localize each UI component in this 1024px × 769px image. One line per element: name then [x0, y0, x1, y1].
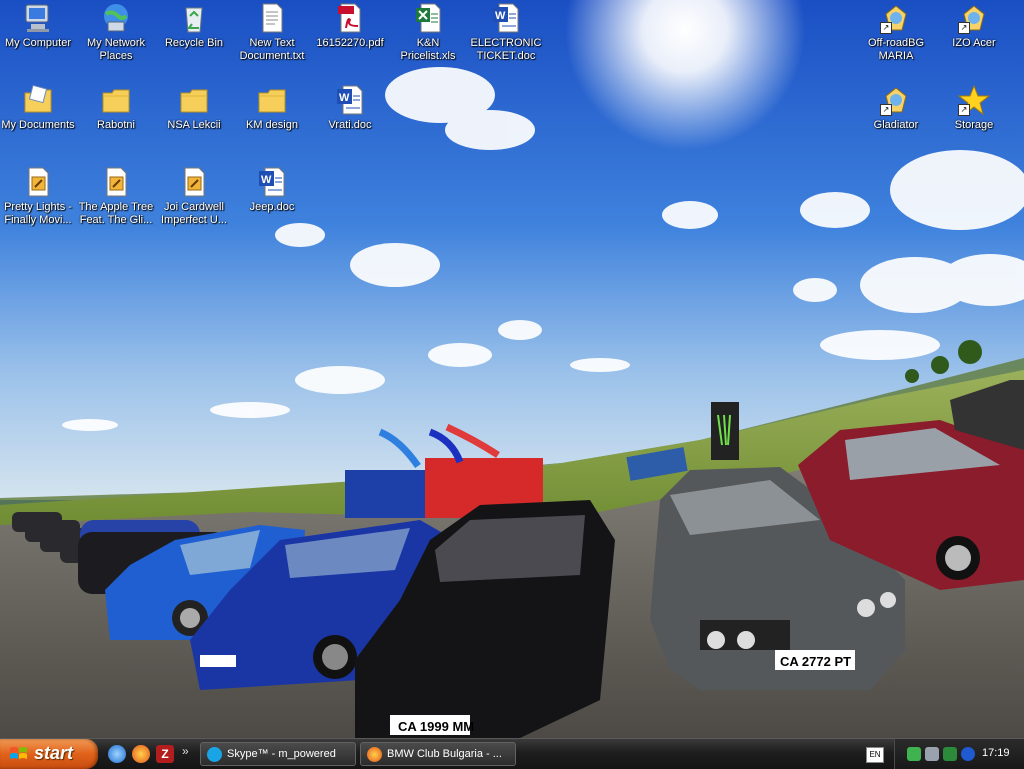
desktop-icon-label: ELECTRONIC TICKET.doc — [470, 37, 542, 62]
security-shield-icon[interactable] — [907, 747, 921, 761]
desktop-icon-label: Gladiator — [873, 119, 919, 131]
desktop-icon-electronic-ticket[interactable]: W ELECTRONIC TICKET.doc — [466, 2, 546, 63]
firefox-icon[interactable] — [132, 745, 150, 763]
filezilla-icon[interactable]: Z — [156, 745, 174, 763]
bluetooth-icon[interactable] — [961, 747, 975, 761]
desktop-icon-pdf[interactable]: 16152270.pdf — [310, 2, 390, 50]
my-computer-icon — [22, 2, 54, 34]
word-document-icon: W — [490, 2, 522, 34]
desktop-icon-label: Jeep.doc — [249, 201, 295, 213]
start-label: start — [34, 743, 74, 763]
word-document-icon: W — [334, 84, 366, 116]
desktop-icon-nsa-lekcii[interactable]: NSA Lekcii — [154, 84, 234, 132]
desktop-icon-my-computer[interactable]: My Computer — [0, 2, 78, 50]
network-places-icon — [100, 2, 132, 34]
pdf-icon — [334, 2, 366, 34]
shortcut-arrow-icon: ↗ — [880, 22, 892, 34]
desktop-icon-gladiator[interactable]: ↗ Gladiator — [856, 84, 936, 132]
desktop-icon-excel[interactable]: K&N Pricelist.xls — [388, 2, 468, 63]
ie-icon[interactable] — [108, 745, 126, 763]
svg-text:CA 2772 PT: CA 2772 PT — [780, 654, 851, 669]
desktop-icon-label: My Network Places — [86, 37, 146, 62]
desktop-icon-rabotni[interactable]: Rabotni — [76, 84, 156, 132]
desktop-icon-apple-tree[interactable]: The Apple Tree Feat. The Gli... — [76, 166, 156, 227]
shortcut-arrow-icon: ↗ — [880, 104, 892, 116]
skype-icon — [207, 747, 222, 762]
desktop-icon-label: Rabotni — [97, 119, 135, 131]
desktop-icon-label: Off-roadBG MARIA — [867, 37, 925, 62]
desktop-icon-label: My Documents — [1, 119, 75, 131]
desktop-icon-joi-cardwell[interactable]: Joi Cardwell Imperfect U... — [154, 166, 234, 227]
media-file-icon — [22, 166, 54, 198]
desktop-icon-label: New Text Document.txt — [239, 37, 305, 62]
start-button[interactable]: start — [0, 739, 98, 769]
text-document-icon — [256, 2, 288, 34]
desktop-icon-new-text-document[interactable]: New Text Document.txt — [232, 2, 312, 63]
desktop-icon-recycle-bin[interactable]: Recycle Bin — [154, 2, 234, 50]
svg-text:W: W — [339, 92, 350, 104]
folder-icon — [100, 84, 132, 116]
media-file-icon — [178, 166, 210, 198]
network-icon[interactable] — [925, 747, 939, 761]
shortcut-arrow-icon: ↗ — [958, 104, 970, 116]
desktop-icon-izo-acer[interactable]: ↗ IZO Acer — [934, 2, 1014, 50]
desktop-icon-network-places[interactable]: My Network Places — [76, 2, 156, 63]
shortcut-icon: ↗ — [958, 2, 990, 34]
desktop-icon-label: The Apple Tree Feat. The Gli... — [78, 201, 154, 226]
media-file-icon — [100, 166, 132, 198]
excel-icon — [412, 2, 444, 34]
desktop-icon-label: Storage — [954, 119, 994, 131]
desktop-icon-vrati-doc[interactable]: W Vrati.doc — [310, 84, 390, 132]
svg-text:CA 1999 MM: CA 1999 MM — [398, 719, 474, 734]
shortcut-icon: ↗ — [880, 2, 912, 34]
clock[interactable]: 17:19 — [982, 747, 1010, 759]
shortcut-icon: ↗ — [880, 84, 912, 116]
desktop-icon-km-design[interactable]: KM design — [232, 84, 312, 132]
desktop-icon-label: K&N Pricelist.xls — [400, 37, 456, 62]
desktop-icon-pretty-lights[interactable]: Pretty Lights - Finally Movi... — [0, 166, 78, 227]
firefox-icon — [367, 747, 382, 762]
desktop-icon-label: Vrati.doc — [328, 119, 372, 131]
windows-logo-icon — [10, 747, 27, 759]
desktop-icon-label: Recycle Bin — [164, 37, 224, 49]
desktop-icon-label: Pretty Lights - Finally Movi... — [4, 201, 72, 226]
desktop-icon-my-documents[interactable]: My Documents — [0, 84, 78, 132]
task-button-firefox[interactable]: BMW Club Bulgaria - ... — [360, 742, 516, 766]
antivirus-icon[interactable] — [943, 747, 957, 761]
quick-launch-more-button[interactable]: » — [182, 744, 189, 758]
desktop-icon-jeep-doc[interactable]: W Jeep.doc — [232, 166, 312, 214]
desktop-icon-label: My Computer — [4, 37, 72, 49]
folder-icon — [256, 84, 288, 116]
desktop-icon-label: NSA Lekcii — [167, 119, 221, 131]
desktop-icon-label: Joi Cardwell Imperfect U... — [160, 201, 228, 226]
desktop-icon-storage[interactable]: ↗ Storage — [934, 84, 1014, 132]
svg-text:W: W — [261, 174, 272, 186]
desktop-icon-label: 16152270.pdf — [316, 37, 384, 49]
language-indicator[interactable]: EN — [866, 747, 884, 763]
taskbar: start Z » Skype™ - m_powered BMW Club Bu… — [0, 738, 1024, 769]
folder-icon — [178, 84, 210, 116]
star-shortcut-icon: ↗ — [957, 84, 991, 116]
my-documents-icon — [22, 84, 54, 116]
word-document-icon: W — [256, 166, 288, 198]
task-label: Skype™ - m_powered — [227, 748, 336, 760]
task-button-skype[interactable]: Skype™ - m_powered — [200, 742, 356, 766]
desktop-icon-label: KM design — [246, 119, 298, 131]
desktop-icon-offroadbg-maria[interactable]: ↗ Off-roadBG MARIA — [856, 2, 936, 63]
shortcut-arrow-icon: ↗ — [958, 22, 970, 34]
desktop-icon-label: IZO Acer — [952, 37, 996, 49]
svg-text:W: W — [495, 10, 506, 22]
task-label: BMW Club Bulgaria - ... — [387, 748, 502, 760]
recycle-bin-icon — [178, 2, 210, 34]
